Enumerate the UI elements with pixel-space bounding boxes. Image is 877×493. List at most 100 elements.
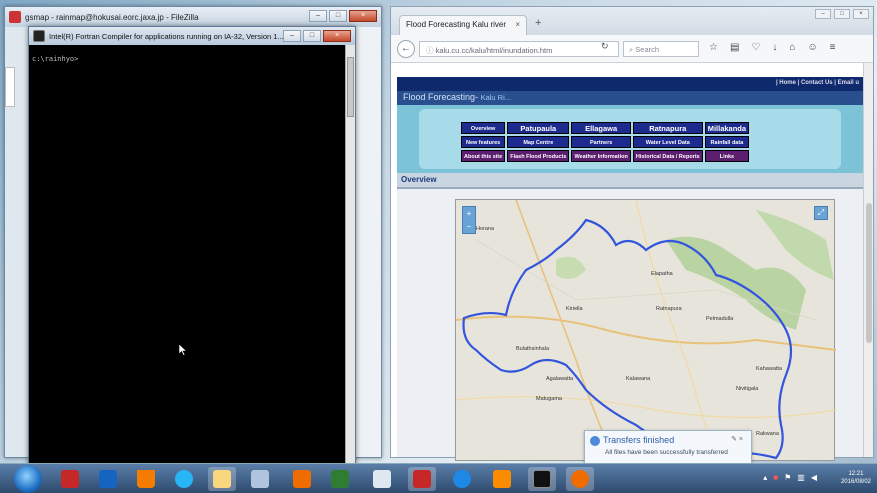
tab-label: Flood Forecasting Kalu river <box>406 20 507 29</box>
filezilla-titlebar[interactable]: gsmap - rainmap@hokusai.eorc.jaxa.jp - F… <box>5 7 381 27</box>
firefox-window[interactable]: Flood Forecasting Kalu river × + – □ × ←… <box>390 6 874 463</box>
reload-icon[interactable]: ↻ <box>601 41 609 52</box>
menu-item-new-features[interactable]: New features <box>461 136 506 148</box>
taskbar-firefox[interactable] <box>566 467 594 491</box>
console-scrollbar[interactable] <box>345 45 355 465</box>
menu-item-weather-information[interactable]: Weather Information <box>571 150 631 162</box>
menu-item-map-centre[interactable]: Map Centre <box>507 136 570 148</box>
mouse-cursor-icon <box>178 344 188 356</box>
search-input[interactable]: ⌕ Search <box>623 41 699 57</box>
menu-item-ratnapura[interactable]: Ratnapura <box>632 122 703 134</box>
notification-close-icon[interactable]: ✎ × <box>731 435 743 443</box>
taskbar-photoshop[interactable] <box>94 467 122 491</box>
reading-list-icon[interactable]: ▤ <box>730 42 739 53</box>
tab-strip: Flood Forecasting Kalu river × + – □ × <box>391 7 873 35</box>
menu-icon[interactable]: ≡ <box>830 42 836 53</box>
menu-item-partners[interactable]: Partners <box>571 136 631 148</box>
url-text: kalu.cu.cc/kalu/html/inundation.htm <box>435 46 553 55</box>
map-label: Matugama <box>536 396 563 402</box>
home-icon[interactable]: ⌂ <box>789 42 795 53</box>
filezilla-title: gsmap - rainmap@hokusai.eorc.jaxa.jp - F… <box>25 12 199 22</box>
map-label: Pelmadulla <box>706 316 734 322</box>
menu-item-water-level-data[interactable]: Water Level Data <box>632 136 703 148</box>
site-menu: Overview Patupaula Ellagawa Ratnapura Millak… <box>397 105 863 173</box>
url-bar[interactable]: ⓘ kalu.cu.cc/kalu/html/inundation.htm <box>419 41 619 57</box>
banner-title: Flood Forecasting- <box>403 92 479 102</box>
filezilla-log-panel <box>5 67 15 107</box>
tab-close-icon[interactable]: × <box>515 20 520 29</box>
console-titlebar[interactable]: Intel(R) Fortran Compiler for applicatio… <box>29 27 355 45</box>
menu-item-historical-data-reports[interactable]: Historical Data / Reports <box>632 150 703 162</box>
tray-network-icon[interactable]: ▥ <box>797 473 805 482</box>
ff-maximize-button[interactable]: □ <box>834 9 850 19</box>
map-label: Horana <box>476 226 495 232</box>
pocket-icon[interactable]: ♡ <box>751 42 760 53</box>
map-label: Kahawatta <box>756 366 783 372</box>
console-prompt[interactable]: c:\rainhyo> <box>29 45 355 73</box>
notification-title: Transfers finished <box>603 435 675 445</box>
section-heading: Overview <box>397 173 863 187</box>
menu-item-flash-flood-products[interactable]: Flash Flood Products <box>507 150 570 162</box>
taskbar-excel[interactable] <box>326 467 354 491</box>
taskbar-chrome[interactable] <box>288 467 316 491</box>
menu-item-links[interactable]: Links <box>704 150 750 162</box>
map-area: Horana Pelmadulla Ratnapura Kiriella Elapath… <box>397 187 863 463</box>
close-button[interactable]: × <box>349 10 377 22</box>
new-tab-button[interactable]: + <box>535 17 541 29</box>
taskbar-explorer[interactable] <box>208 467 236 491</box>
menu-item-overview[interactable]: Overview <box>461 122 506 134</box>
console-minimize-button[interactable]: – <box>283 30 301 42</box>
clock[interactable]: 12:21 2016/08/02 <box>841 470 871 486</box>
banner-subtitle: Kalu Ri... <box>480 93 511 102</box>
info-icon <box>590 436 600 446</box>
system-tray[interactable]: ▴ ■ ⚑ ▥ ◀ <box>763 473 817 482</box>
basin-outline <box>462 218 793 460</box>
menu-item-about-this-site[interactable]: About this site <box>461 150 506 162</box>
menu-item-ellagawa[interactable]: Ellagawa <box>571 122 631 134</box>
map-zoom-control[interactable]: + − <box>462 206 476 234</box>
fortran-console-window[interactable]: Intel(R) Fortran Compiler for applicatio… <box>28 26 356 466</box>
start-button[interactable] <box>14 465 42 493</box>
tray-flag-icon[interactable]: ⚑ <box>784 473 791 482</box>
tab-flood-forecasting[interactable]: Flood Forecasting Kalu river × <box>399 15 527 35</box>
page-viewport[interactable]: | Home | Contact Us | Email u Flood Fore… <box>391 63 863 463</box>
tray-volume-icon[interactable]: ◀ <box>811 473 817 482</box>
download-icon[interactable]: ↓ <box>772 42 777 53</box>
tray-arrow-icon[interactable]: ▴ <box>763 473 767 482</box>
filezilla-icon <box>9 11 21 23</box>
back-button[interactable]: ← <box>397 40 415 58</box>
taskbar-app-globe[interactable] <box>448 467 476 491</box>
menu-item-rainfall-data[interactable]: Rainfall data <box>704 136 750 148</box>
taskbar-filezilla[interactable] <box>408 467 436 491</box>
ff-close-button[interactable]: × <box>853 9 869 19</box>
console-maximize-button[interactable]: □ <box>303 30 321 42</box>
forest-patch <box>556 256 586 279</box>
map-label: Elapatha <box>651 271 674 277</box>
taskbar-console[interactable] <box>528 467 556 491</box>
road <box>515 199 617 463</box>
menu-item-millakanda[interactable]: Millakanda <box>704 122 750 134</box>
taskbar-acrobat[interactable] <box>56 467 84 491</box>
taskbar-chart-app[interactable] <box>368 467 396 491</box>
taskbar-notepad[interactable] <box>246 467 274 491</box>
page-scrollbar[interactable] <box>863 63 873 457</box>
menu-item-patupaula[interactable]: Patupaula <box>507 122 570 134</box>
clock-time: 12:21 <box>848 471 864 477</box>
taskbar-xampp[interactable] <box>488 467 516 491</box>
transfers-finished-notification[interactable]: Transfers finished All files have been s… <box>584 430 752 464</box>
tray-filezilla-icon[interactable]: ■ <box>773 473 778 482</box>
map-label: Kalawana <box>626 376 651 382</box>
hello-icon[interactable]: ☺ <box>807 42 817 53</box>
taskbar-ie[interactable] <box>170 467 198 491</box>
console-close-button[interactable]: × <box>323 30 351 42</box>
site-banner: Flood Forecasting- Kalu Ri... <box>397 91 863 105</box>
bookmark-star-icon[interactable]: ☆ <box>709 42 718 53</box>
site-top-links[interactable]: | Home | Contact Us | Email u <box>397 77 863 91</box>
taskbar: ▴ ■ ⚑ ▥ ◀ 12:21 2016/08/02 <box>0 463 877 493</box>
taskbar-vlc[interactable] <box>132 467 160 491</box>
minimize-button[interactable]: – <box>309 10 327 22</box>
ff-minimize-button[interactable]: – <box>815 9 831 19</box>
maximize-button[interactable]: □ <box>329 10 347 22</box>
basin-map[interactable]: Horana Pelmadulla Ratnapura Kiriella Elapath… <box>455 199 837 463</box>
map-fullscreen-icon[interactable]: ⤢ <box>814 206 828 220</box>
